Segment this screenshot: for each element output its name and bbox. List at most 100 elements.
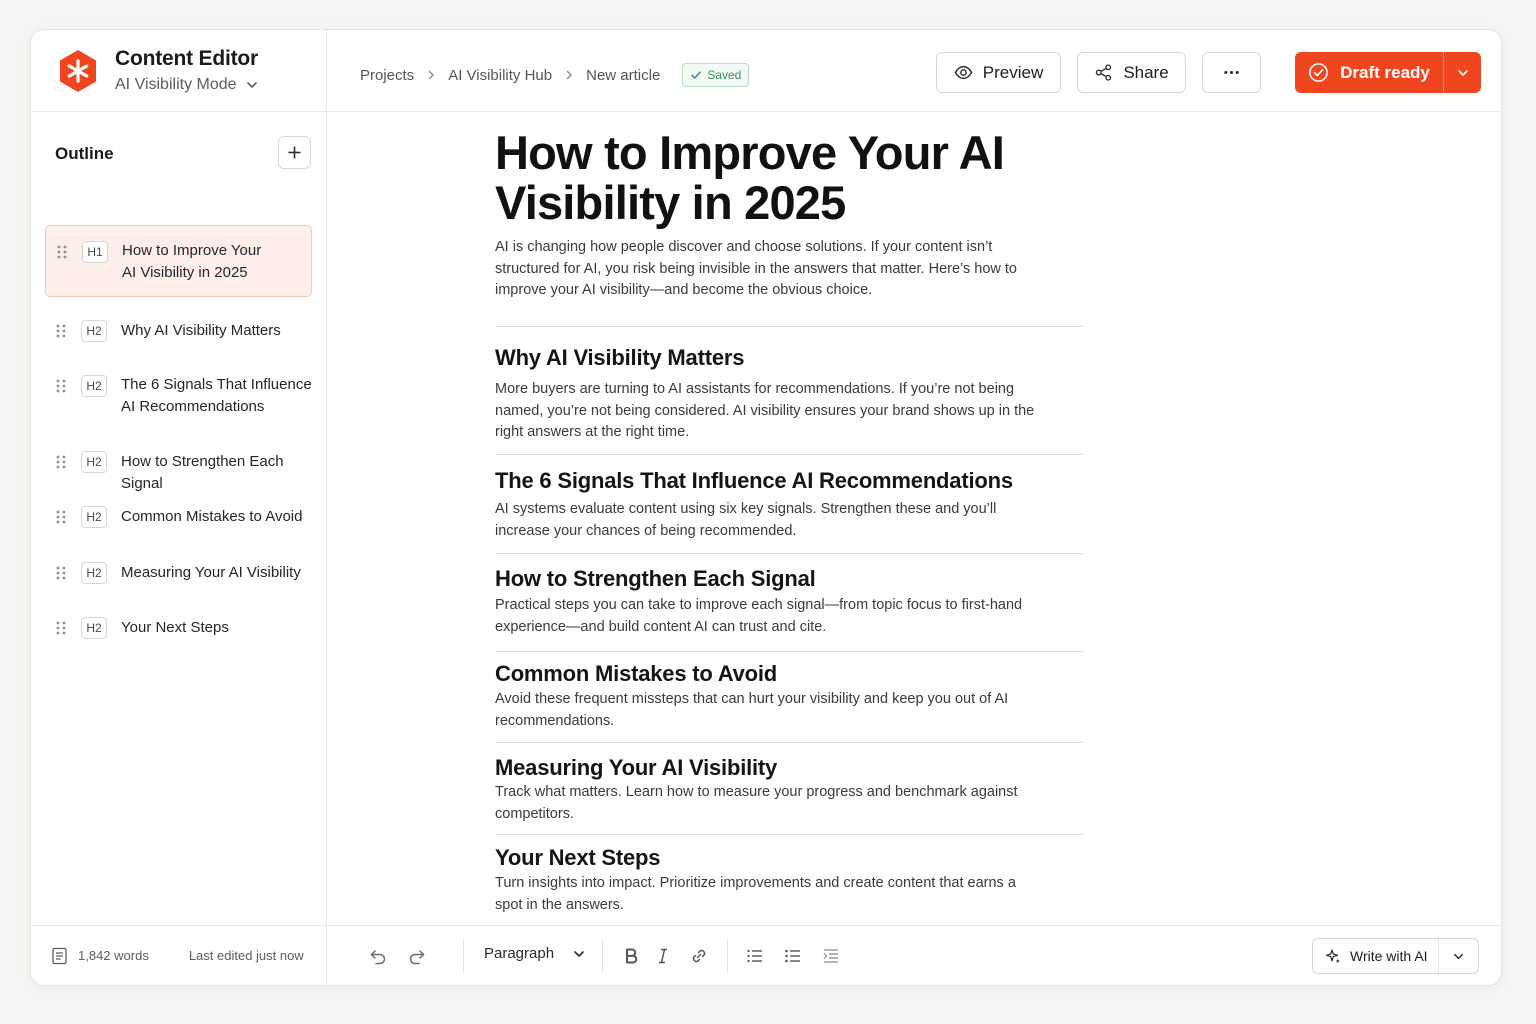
editor-window: Content Editor AI Visibility Mode Projec… bbox=[30, 29, 1502, 986]
bold-icon bbox=[626, 948, 638, 964]
share-icon bbox=[1096, 64, 1112, 81]
bulleted-list-icon bbox=[747, 949, 762, 963]
document-icon bbox=[52, 947, 67, 964]
document-title[interactable]: How to Improve Your AI Visibility in 202… bbox=[495, 128, 1055, 228]
mode-dropdown[interactable]: AI Visibility Mode bbox=[115, 76, 259, 94]
section-body[interactable]: Turn insights into impact. Prioritize im… bbox=[495, 873, 1035, 916]
more-options-button[interactable] bbox=[1202, 52, 1261, 93]
toolbar-divider bbox=[602, 940, 603, 972]
write-ai-options-dropdown[interactable] bbox=[1438, 939, 1478, 973]
italic-icon bbox=[659, 948, 667, 964]
section-divider bbox=[495, 834, 1083, 835]
section-body[interactable]: Practical steps you can take to improve … bbox=[495, 595, 1035, 638]
preview-button[interactable]: Preview bbox=[936, 52, 1061, 93]
chevron-down-icon bbox=[574, 950, 584, 957]
heading-level-badge: H1 bbox=[82, 241, 108, 263]
document-stats-footer: 1,842 words Last edited just now bbox=[31, 925, 326, 985]
section-body[interactable]: AI systems evaluate content using six ke… bbox=[495, 499, 1035, 542]
heading-level-badge: H2 bbox=[81, 562, 107, 584]
outline-item-h2[interactable]: H2 Common Mistakes to Avoid bbox=[45, 503, 312, 533]
eye-icon bbox=[954, 65, 973, 80]
section-heading[interactable]: The 6 Signals That Influence AI Recommen… bbox=[495, 468, 1013, 494]
section-heading[interactable]: Your Next Steps bbox=[495, 845, 661, 871]
drag-handle-icon[interactable] bbox=[55, 565, 67, 581]
mode-label: AI Visibility Mode bbox=[115, 76, 237, 93]
link-button[interactable] bbox=[689, 946, 709, 966]
redo-button[interactable] bbox=[407, 946, 427, 966]
document-intro[interactable]: AI is changing how people discover and c… bbox=[495, 237, 1035, 302]
check-circle-icon bbox=[1309, 63, 1328, 82]
outline-title: Outline bbox=[55, 144, 114, 163]
drag-handle-icon[interactable] bbox=[55, 378, 67, 394]
section-heading[interactable]: How to Strengthen Each Signal bbox=[495, 566, 816, 592]
breadcrumb: Projects AI Visibility Hub New article S… bbox=[360, 63, 750, 87]
numbered-list-button[interactable] bbox=[783, 946, 803, 966]
bold-button[interactable] bbox=[621, 946, 641, 966]
outline-item-h2[interactable]: H2 Your Next Steps bbox=[45, 614, 312, 644]
drag-handle-icon[interactable] bbox=[56, 244, 68, 260]
breadcrumb-hub[interactable]: AI Visibility Hub bbox=[448, 67, 552, 84]
drag-handle-icon[interactable] bbox=[55, 323, 67, 339]
section-body[interactable]: More buyers are turning to AI assistants… bbox=[495, 379, 1035, 444]
chevron-down-icon bbox=[246, 82, 257, 88]
breadcrumb-projects[interactable]: Projects bbox=[360, 67, 414, 84]
outline-item-label: How to Strengthen Each Signal bbox=[121, 453, 284, 492]
app-title: Content Editor bbox=[115, 47, 259, 70]
section-divider bbox=[495, 454, 1083, 455]
drag-handle-icon[interactable] bbox=[55, 509, 67, 525]
last-edited-status: Last edited just now bbox=[188, 948, 304, 963]
outline-item-label: Measuring Your AI Visibility bbox=[121, 564, 301, 581]
more-horizontal-icon bbox=[1224, 70, 1239, 75]
numbered-list-icon bbox=[785, 949, 800, 963]
drag-handle-icon[interactable] bbox=[55, 454, 67, 470]
outline-item-h2[interactable]: H2 Measuring Your AI Visibility bbox=[45, 559, 312, 589]
section-heading[interactable]: Measuring Your AI Visibility bbox=[495, 755, 777, 781]
heading-level-badge: H2 bbox=[81, 617, 107, 639]
outline-item-h2[interactable]: H2 How to Strengthen Each Signal bbox=[45, 448, 312, 492]
undo-icon bbox=[370, 950, 386, 965]
draft-ready-button[interactable]: Draft ready bbox=[1295, 52, 1443, 93]
section-body[interactable]: Avoid these frequent missteps that can h… bbox=[495, 689, 1035, 732]
section-divider bbox=[495, 742, 1083, 743]
write-with-ai-button[interactable]: Write with AI bbox=[1313, 939, 1438, 973]
heading-level-badge: H2 bbox=[81, 506, 107, 528]
bulleted-list-button[interactable] bbox=[745, 946, 765, 966]
drag-handle-icon[interactable] bbox=[55, 620, 67, 636]
redo-icon bbox=[409, 950, 425, 965]
write-with-ai-split-button: Write with AI bbox=[1312, 938, 1479, 974]
section-heading[interactable]: Why AI Visibility Matters bbox=[495, 345, 744, 371]
section-heading[interactable]: Common Mistakes to Avoid bbox=[495, 661, 777, 687]
breadcrumb-current: New article bbox=[586, 66, 661, 84]
undo-button[interactable] bbox=[368, 946, 388, 966]
toolbar-divider bbox=[727, 940, 728, 972]
top-header: Content Editor AI Visibility Mode Projec… bbox=[31, 30, 1501, 112]
outline-item-h2[interactable]: H2 Why AI Visibility Matters bbox=[45, 317, 312, 347]
block-type-dropdown[interactable]: Paragraph bbox=[484, 945, 586, 962]
outline-item-label: Common Mistakes to Avoid bbox=[121, 508, 303, 525]
sparkle-icon bbox=[1325, 949, 1340, 964]
chevron-right-icon bbox=[428, 70, 435, 80]
outline-item-label: How to Improve Your AI Visibility in 202… bbox=[122, 242, 262, 281]
brand-area: Content Editor AI Visibility Mode bbox=[31, 30, 327, 112]
word-count: 1,842 words bbox=[78, 948, 149, 963]
draft-options-dropdown[interactable] bbox=[1443, 52, 1481, 93]
section-divider bbox=[495, 553, 1083, 554]
section-divider bbox=[495, 651, 1083, 652]
saved-status-badge: Saved bbox=[682, 63, 750, 87]
section-body[interactable]: Track what matters. Learn how to measure… bbox=[495, 782, 1035, 825]
section-divider bbox=[495, 326, 1083, 327]
block-type-label: Paragraph bbox=[484, 945, 555, 962]
toolbar-divider bbox=[463, 940, 464, 972]
outline-item-h2[interactable]: H2 The 6 Signals That Influence AI Recom… bbox=[45, 372, 312, 424]
italic-button[interactable] bbox=[653, 946, 673, 966]
outline-item-h1[interactable]: H1 How to Improve Your AI Visibility in … bbox=[45, 225, 312, 297]
write-with-ai-label: Write with AI bbox=[1350, 948, 1428, 964]
share-button[interactable]: Share bbox=[1077, 52, 1186, 93]
editor-main: How to Improve Your AI Visibility in 202… bbox=[327, 112, 1501, 985]
preview-label: Preview bbox=[982, 62, 1044, 82]
indent-button[interactable] bbox=[821, 946, 841, 966]
outline-item-label: Your Next Steps bbox=[121, 619, 229, 636]
formatting-toolbar: Paragraph Write with AI bbox=[327, 925, 1501, 985]
add-heading-button[interactable] bbox=[278, 136, 311, 169]
indent-icon bbox=[823, 949, 838, 963]
